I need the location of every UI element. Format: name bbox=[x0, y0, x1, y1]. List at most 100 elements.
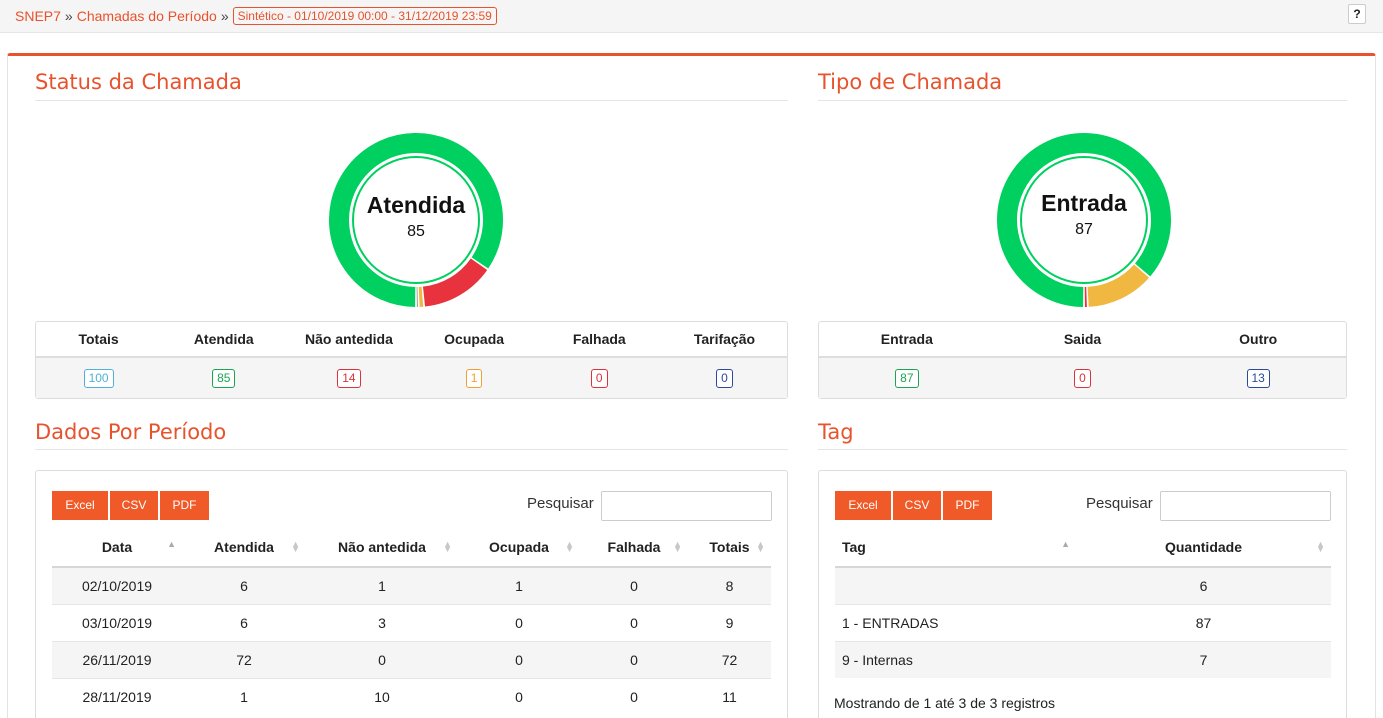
cell-data: 03/10/2019 bbox=[52, 603, 182, 641]
breadcrumb-page-link[interactable]: Chamadas do Período bbox=[77, 8, 217, 24]
cell-quantidade: 7 bbox=[1076, 640, 1331, 678]
column-header-label: Tag bbox=[842, 539, 866, 555]
column-header-label: Falhada bbox=[607, 539, 661, 555]
type-value-cell: 87 bbox=[819, 358, 995, 398]
table-row: 28/11/2019 1 10 0 0 11 bbox=[52, 677, 771, 715]
table-row: 6 bbox=[835, 566, 1331, 604]
column-header-nao-atendida[interactable]: Não antedida ▲ ▼ bbox=[306, 528, 458, 568]
divider bbox=[35, 100, 788, 101]
cell-falhada: 0 bbox=[580, 566, 688, 604]
cell-falhada: 0 bbox=[580, 603, 688, 641]
column-header-data[interactable]: Data ▲ bbox=[52, 528, 182, 568]
column-header-ocupada[interactable]: Ocupada ▲ ▼ bbox=[458, 528, 580, 568]
export-csv-button[interactable]: CSV bbox=[110, 491, 158, 520]
divider bbox=[818, 449, 1347, 450]
period-badge: Sintético - 01/10/2019 00:00 - 31/12/201… bbox=[232, 7, 497, 25]
period-search-input[interactable] bbox=[601, 491, 772, 521]
help-button[interactable]: ? bbox=[1348, 4, 1366, 24]
status-summary-header: Totais Atendida Não antedida Ocupada Fal… bbox=[36, 322, 787, 358]
type-value-cell: 13 bbox=[1170, 358, 1346, 398]
type-value-entrada: 87 bbox=[895, 368, 919, 388]
status-value-cell: 0 bbox=[662, 358, 787, 398]
status-value-atendida: 85 bbox=[212, 368, 236, 388]
type-header-saida: Saida bbox=[1063, 331, 1102, 347]
column-header-label: Data bbox=[101, 539, 133, 555]
column-header-label: Atendida bbox=[214, 539, 274, 555]
status-value-ocupada: 1 bbox=[465, 368, 483, 388]
status-section-title: Status da Chamada bbox=[35, 70, 242, 94]
type-value-outro: 13 bbox=[1246, 368, 1270, 388]
breadcrumb-separator: » bbox=[220, 8, 229, 24]
table-row: 26/11/2019 72 0 0 0 72 bbox=[52, 640, 771, 678]
status-value-cell: 1 bbox=[412, 358, 537, 398]
cell-atendida: 1 bbox=[182, 677, 306, 715]
column-header-totais[interactable]: Totais ▲ ▼ bbox=[688, 528, 771, 568]
column-header-atendida[interactable]: Atendida ▲ ▼ bbox=[182, 528, 306, 568]
type-header-outro: Outro bbox=[1239, 331, 1278, 347]
sort-icon: ▲ ▼ bbox=[1316, 539, 1325, 554]
sort-icon: ▲ ▼ bbox=[756, 539, 765, 554]
sort-asc-icon: ▲ bbox=[1061, 539, 1070, 549]
type-summary-table: Entrada Saida Outro 87 0 13 bbox=[818, 321, 1347, 399]
table-row: 03/10/2019 6 3 0 0 9 bbox=[52, 603, 771, 641]
column-header-falhada[interactable]: Falhada ▲ ▼ bbox=[580, 528, 688, 568]
cell-atendida: 6 bbox=[182, 566, 306, 604]
status-header-nao-atendida: Não antedida bbox=[304, 331, 393, 347]
type-header-entrada: Entrada bbox=[880, 331, 933, 347]
tag-search-input[interactable] bbox=[1160, 491, 1331, 521]
export-excel-button[interactable]: Excel bbox=[52, 491, 108, 520]
status-value-totais: 100 bbox=[83, 368, 114, 388]
cell-falhada: 0 bbox=[580, 640, 688, 678]
sort-icon: ▲ ▼ bbox=[443, 539, 452, 554]
status-donut-name: Atendida bbox=[366, 192, 466, 218]
type-summary-values: 87 0 13 bbox=[819, 358, 1346, 398]
column-header-quantidade[interactable]: Quantidade ▲ ▼ bbox=[1076, 528, 1331, 568]
cell-quantidade: 87 bbox=[1076, 603, 1331, 641]
export-pdf-button[interactable]: PDF bbox=[943, 491, 992, 520]
status-header-ocupada: Ocupada bbox=[444, 331, 505, 347]
status-summary-values: 100 85 14 1 0 0 bbox=[36, 358, 787, 398]
export-pdf-button[interactable]: PDF bbox=[160, 491, 209, 520]
status-value-falhada: 0 bbox=[590, 368, 608, 388]
cell-ocupada: 1 bbox=[458, 566, 580, 604]
column-header-label: Ocupada bbox=[489, 539, 549, 555]
tag-export-buttons: Excel CSV PDF bbox=[835, 491, 992, 520]
export-excel-button[interactable]: Excel bbox=[835, 491, 891, 520]
column-header-tag[interactable]: Tag ▲ bbox=[835, 528, 1076, 568]
cell-tag: 1 - ENTRADAS bbox=[835, 603, 1076, 641]
table-row: 02/10/2019 6 1 1 0 8 bbox=[52, 566, 771, 604]
column-header-label: Totais bbox=[709, 539, 750, 555]
divider bbox=[818, 100, 1347, 101]
tag-search-label: Pesquisar bbox=[1086, 495, 1153, 512]
cell-data: 26/11/2019 bbox=[52, 640, 182, 678]
cell-quantidade: 6 bbox=[1076, 566, 1331, 604]
cell-totais: 9 bbox=[688, 603, 771, 641]
divider bbox=[35, 449, 788, 450]
type-donut-value: 87 bbox=[1075, 221, 1093, 238]
breadcrumb-root-link[interactable]: SNEP7 bbox=[15, 8, 61, 24]
status-summary-table: Totais Atendida Não antedida Ocupada Fal… bbox=[35, 321, 788, 399]
cell-tag: 9 - Internas bbox=[835, 640, 1076, 678]
status-value-cell: 100 bbox=[36, 358, 161, 398]
cell-data: 02/10/2019 bbox=[52, 566, 182, 604]
sort-icon: ▲ ▼ bbox=[565, 539, 574, 554]
cell-ocupada: 0 bbox=[458, 677, 580, 715]
status-value-cell: 14 bbox=[286, 358, 411, 398]
breadcrumb: SNEP7 » Chamadas do Período » Sintético … bbox=[15, 7, 497, 25]
cell-ocupada: 0 bbox=[458, 603, 580, 641]
cell-ocupada: 0 bbox=[458, 640, 580, 678]
type-value-cell: 0 bbox=[995, 358, 1171, 398]
cell-totais: 11 bbox=[688, 677, 771, 715]
breadcrumb-separator: » bbox=[64, 8, 73, 24]
column-header-label: Não antedida bbox=[338, 539, 426, 555]
cell-nao-atendida: 1 bbox=[306, 566, 458, 604]
status-header-atendida: Atendida bbox=[193, 331, 254, 347]
table-header-row: Tag ▲ Quantidade ▲ ▼ bbox=[835, 528, 1331, 568]
cell-atendida: 6 bbox=[182, 603, 306, 641]
status-donut-value: 85 bbox=[407, 223, 425, 240]
cell-tag bbox=[835, 566, 1076, 604]
cell-atendida: 72 bbox=[182, 640, 306, 678]
export-csv-button[interactable]: CSV bbox=[893, 491, 941, 520]
period-export-buttons: Excel CSV PDF bbox=[52, 491, 209, 520]
cell-nao-atendida: 0 bbox=[306, 640, 458, 678]
